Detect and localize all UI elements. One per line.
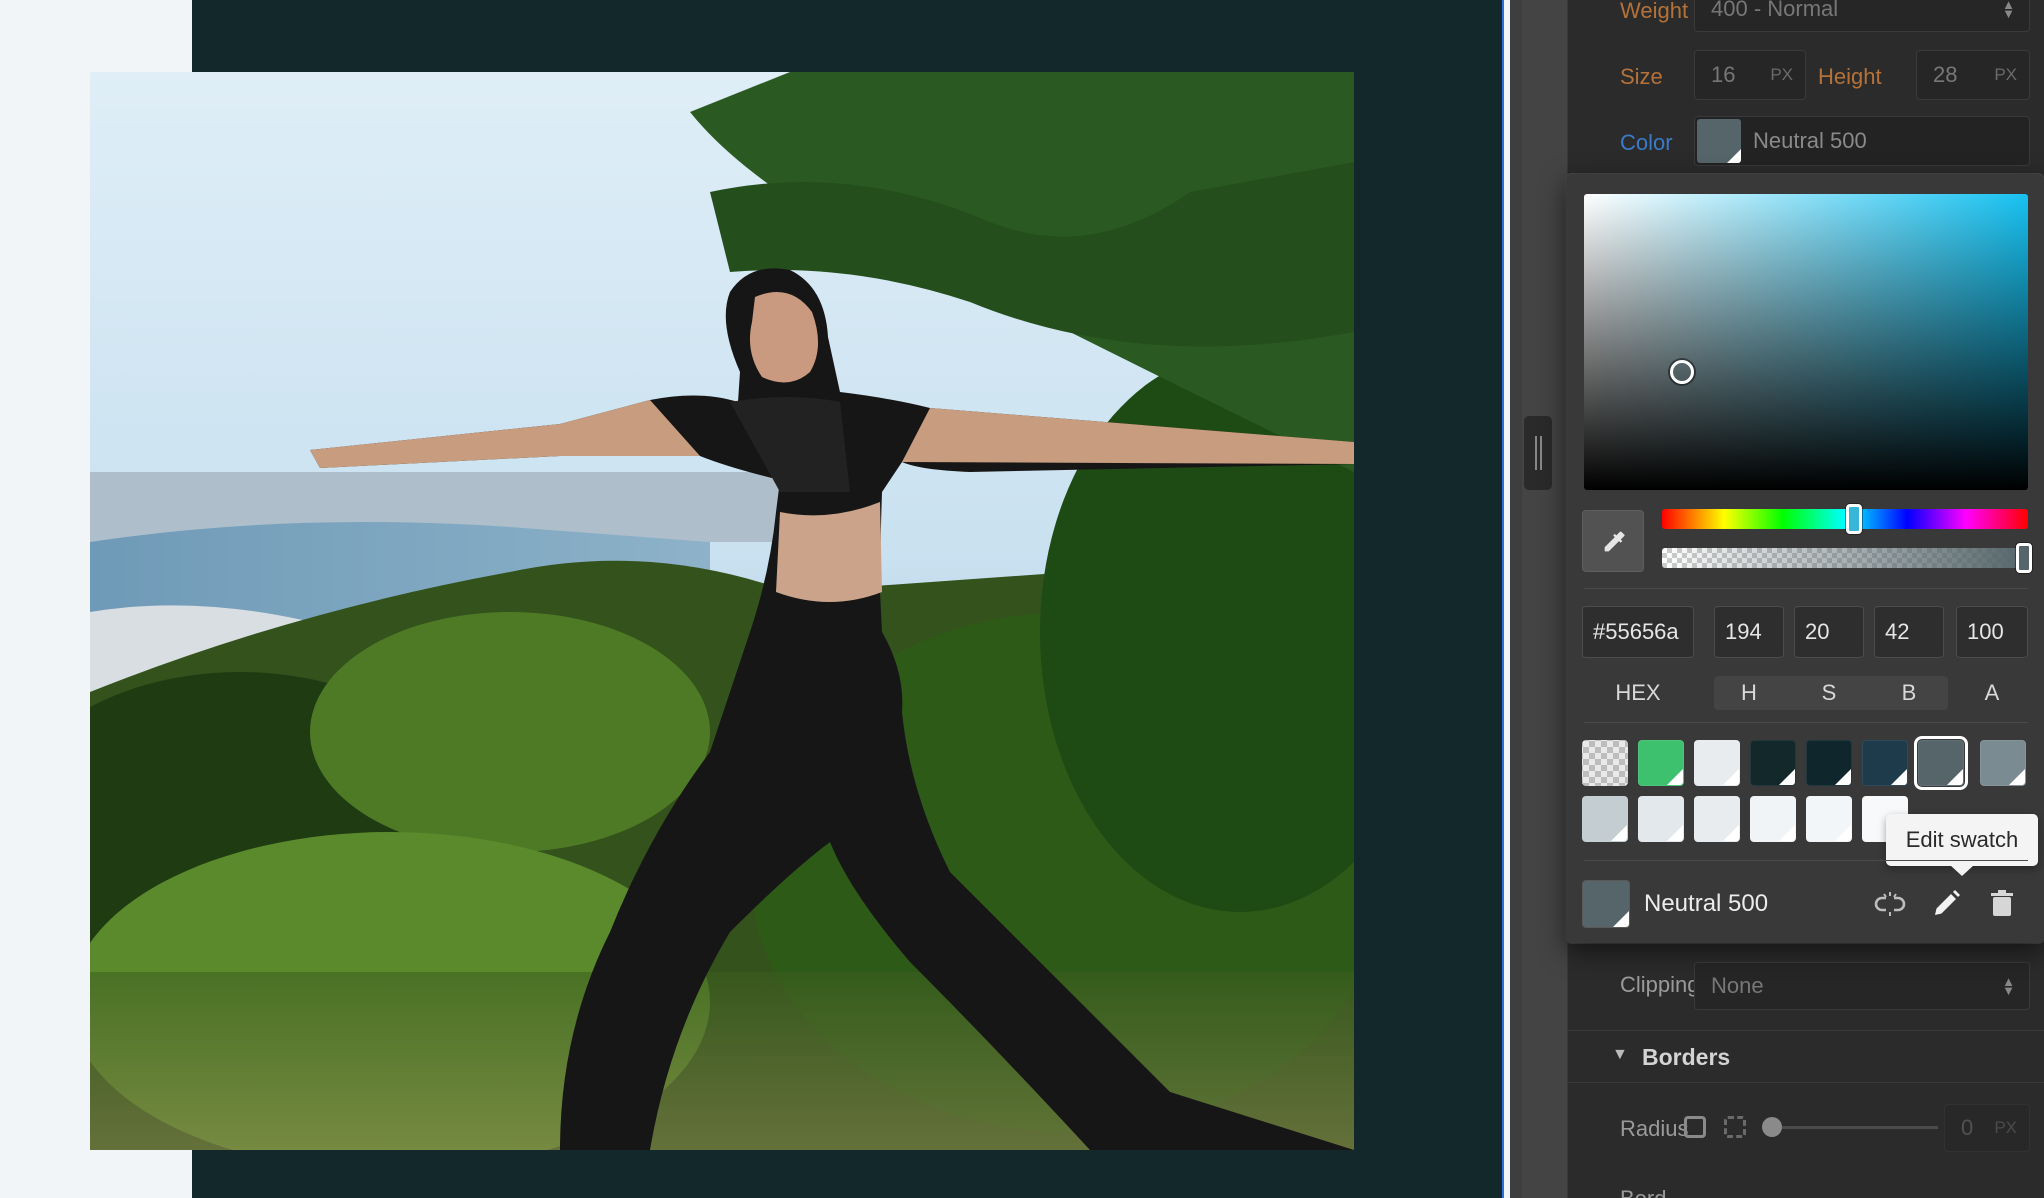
picker-divider [1584,860,2028,861]
current-swatch-name: Neutral 500 [1644,890,1769,917]
eyedropper-button[interactable] [1582,510,1644,572]
borders-section-header[interactable]: ▼ Borders [1568,1034,2044,1078]
radius-label: Radius [1620,1116,1689,1141]
swatch-light-grey[interactable] [1694,740,1740,786]
size-value: 16 [1711,62,1736,87]
clipping-label: Clipping [1620,972,1700,997]
photo-illustration [90,72,1354,1150]
radius-input[interactable]: 0 PX [1944,1104,2030,1152]
eyedropper-icon [1604,531,1625,552]
yoga-photo-image[interactable] [90,72,1354,1150]
size-label: Size [1620,64,1663,89]
swatch-neutral-500[interactable] [1914,736,1968,790]
color-field-name: Neutral 500 [1753,128,1867,153]
clipping-value: None [1711,973,1764,998]
weight-label: Weight [1620,0,1689,23]
swatch-neutral-100[interactable] [1750,796,1796,842]
swatch-dark-teal[interactable] [1806,740,1852,786]
weight-value: 400 - Normal [1711,0,1839,21]
borders-title: Borders [1642,1044,1731,1070]
radius-all-icon[interactable] [1684,1116,1706,1138]
select-arrows-icon: ▲ ▼ [2002,0,2015,21]
weight-select[interactable]: 400 - Normal ▲ ▼ [1694,0,2030,32]
radius-value: 0 [1961,1115,1974,1140]
color-field[interactable]: Neutral 500 [1694,116,2030,166]
alpha-slider-handle[interactable] [2016,543,2032,573]
size-input[interactable]: 16 PX [1694,50,1806,100]
radius-slider-thumb[interactable] [1762,1117,1782,1137]
color-picker-popover: #55656a 194 20 42 100 HEX H S B A Edit s… [1566,174,2044,943]
size-unit[interactable]: PX [1770,65,1793,85]
swatch-navy[interactable] [1862,740,1908,786]
trash-icon[interactable] [1984,886,2020,922]
height-unit[interactable]: PX [1994,65,2017,85]
radius-individual-icon[interactable] [1724,1116,1746,1138]
swatch-transparent[interactable] [1582,740,1628,786]
border-style-label: Bord [1620,1186,1666,1198]
edit-swatch-tooltip: Edit swatch [1886,814,2038,876]
color-field-swatch [1697,119,1741,163]
section-divider [1568,1082,2044,1083]
pencil-icon[interactable] [1928,886,1964,922]
color-label: Color [1620,130,1673,155]
selection-guide-line [1502,0,1504,1198]
hex-input[interactable]: #55656a [1582,606,1694,658]
alpha-value: 100 [1967,619,2004,644]
unlink-icon[interactable] [1872,886,1908,922]
brightness-value: 42 [1885,619,1910,644]
section-divider [1568,1030,2044,1031]
saturation-input[interactable]: 20 [1794,606,1864,658]
height-value: 28 [1933,62,1958,87]
swatch-neutral-200[interactable] [1638,796,1684,842]
saturation-brightness-area[interactable] [1584,194,2028,490]
swatch-neutral-50[interactable] [1806,796,1852,842]
saturation-value: 20 [1805,619,1830,644]
line-height-input[interactable]: 28 PX [1916,50,2030,100]
resize-handle[interactable] [1524,416,1552,490]
swatch-green[interactable] [1638,740,1684,786]
canvas-splitter [1510,0,1522,1198]
saturation-brightness-handle[interactable] [1670,360,1694,384]
swatch-dark-green[interactable] [1750,740,1796,786]
hex-value: #55656a [1593,619,1679,644]
swatch-neutral-150[interactable] [1694,796,1740,842]
alpha-input[interactable]: 100 [1956,606,2028,658]
b-label[interactable]: B [1874,676,1944,710]
select-arrows-icon: ▲ ▼ [2002,974,2015,998]
current-swatch-preview[interactable] [1582,880,1630,928]
caret-down-icon: ▼ [1612,1046,1628,1063]
swatch-neutral-300[interactable] [1582,796,1628,842]
hue-slider-handle[interactable] [1846,504,1862,534]
swatch-neutral-400[interactable] [1980,740,2026,786]
brightness-input[interactable]: 42 [1874,606,1944,658]
hex-label[interactable]: HEX [1582,676,1694,710]
radius-unit: PX [1994,1118,2017,1137]
alpha-slider[interactable] [1662,543,2032,573]
picker-divider [1584,722,2028,723]
panel-gutter [1522,0,1568,1198]
h-label[interactable]: H [1714,676,1784,710]
radius-slider-track[interactable] [1766,1126,1938,1129]
s-label[interactable]: S [1794,676,1864,710]
design-canvas[interactable] [0,0,1510,1198]
hue-slider[interactable] [1662,504,2028,534]
picker-divider [1584,588,2028,589]
hue-input[interactable]: 194 [1714,606,1784,658]
clipping-select[interactable]: None ▲ ▼ [1694,962,2030,1010]
hue-value: 194 [1725,619,1762,644]
a-label[interactable]: A [1956,676,2028,710]
height-label: Height [1818,64,1882,89]
